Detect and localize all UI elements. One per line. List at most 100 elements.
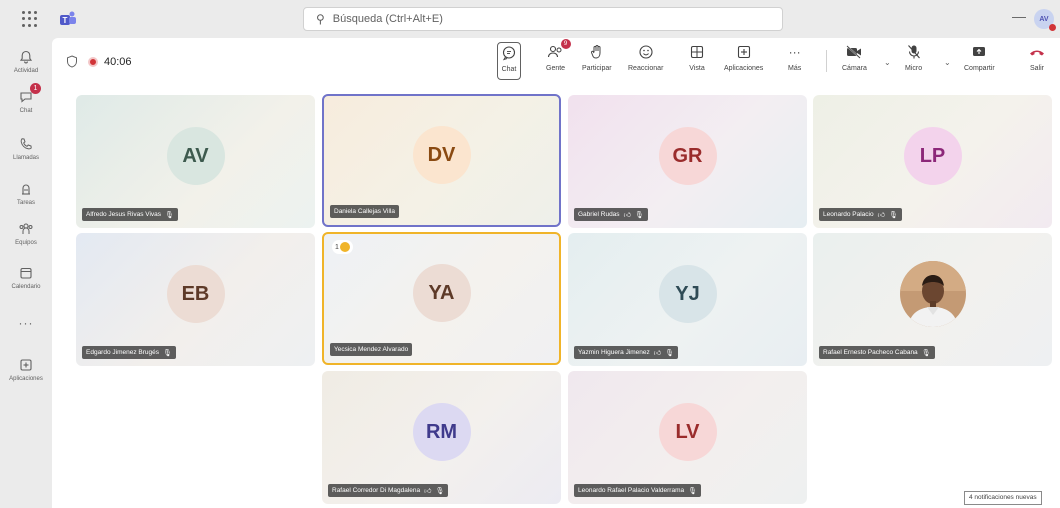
camera-options-chevron-icon[interactable]: ⌄ bbox=[884, 58, 891, 67]
more-apps-button[interactable]: ··· bbox=[0, 316, 52, 330]
raised-hand-indicator: 1 bbox=[332, 240, 353, 254]
rail-label: Aplicaciones bbox=[9, 376, 43, 382]
chat-label: Chat bbox=[501, 66, 517, 73]
people-count-badge: 9 bbox=[560, 39, 571, 49]
participant-name-tag: Edgardo Jimenez Brugés 🎙︎ bbox=[82, 346, 176, 359]
participant-tile[interactable]: LP Leonardo Palacio 👍︎ 🎙︎ bbox=[813, 95, 1052, 228]
participant-tile[interactable]: RM Rafael Corredor Di Magdalena 👍︎ 🎙︎ bbox=[322, 371, 561, 504]
raise-hand-icon bbox=[339, 242, 350, 252]
participant-name: Leonardo Palacio bbox=[823, 211, 874, 218]
participant-name: Gabriel Rudas bbox=[578, 211, 620, 218]
participant-tile[interactable]: AV Alfredo Jesus Rivas Vivas 🎙︎ bbox=[76, 95, 315, 228]
add-app-icon bbox=[736, 42, 752, 62]
mic-off-icon: 🎙︎ bbox=[665, 349, 674, 357]
avatar[interactable]: AV bbox=[1034, 9, 1056, 31]
avatar: YJ bbox=[658, 265, 717, 324]
rail-label: Equipos bbox=[15, 240, 37, 246]
more-label: Más bbox=[788, 65, 802, 72]
chat-button[interactable]: Chat bbox=[497, 42, 521, 80]
participant-name-tag: Rafael Corredor Di Magdalena 👍︎ 🎙︎ bbox=[328, 484, 449, 497]
participant-tile[interactable]: 1 YA Yecsica Mendez Alvarado bbox=[322, 232, 561, 365]
mic-off-icon: 🎙︎ bbox=[888, 211, 898, 219]
more-button[interactable]: ··· Más bbox=[788, 42, 801, 80]
camera-off-icon bbox=[845, 42, 863, 62]
mic-off-icon: 🎙︎ bbox=[921, 349, 931, 357]
raise-hand-icon bbox=[590, 42, 604, 62]
rail-label: Tareas bbox=[16, 200, 35, 206]
participant-tile[interactable]: EB Edgardo Jimenez Brugés 🎙︎ bbox=[76, 233, 315, 366]
toolbar-divider bbox=[826, 50, 827, 72]
people-icon: 9 bbox=[547, 39, 571, 62]
leave-label: Salir bbox=[1029, 65, 1044, 72]
participant-name: Alfredo Jesus Rivas Vivas bbox=[86, 211, 162, 218]
rail-item-activity[interactable]: Actividad bbox=[0, 48, 52, 74]
participant-name-tag: Daniela Callejas Villa bbox=[330, 205, 399, 218]
mic-off-icon: 🎙︎ bbox=[165, 211, 174, 219]
people-button[interactable]: 9 Gente bbox=[546, 39, 571, 80]
rail-label: Actividad bbox=[13, 68, 39, 74]
rail-item-calls[interactable]: Llamadas bbox=[0, 135, 52, 161]
participant-name-tag: Alfredo Jesus Rivas Vivas 🎙︎ bbox=[82, 208, 178, 221]
participant-tile[interactable]: GR Gabriel Rudas 👍︎ 🎙︎ bbox=[568, 95, 807, 228]
calendar-icon bbox=[19, 264, 33, 282]
camera-label: Cámara bbox=[842, 65, 867, 72]
rail-item-chat[interactable]: 1 Chat bbox=[0, 83, 52, 114]
leave-button[interactable]: Salir bbox=[1028, 42, 1046, 80]
notification-toast[interactable]: 4 notificaciones nuevas bbox=[964, 491, 1042, 505]
mic-off-icon: 🎙︎ bbox=[634, 211, 644, 219]
rail-item-tasks[interactable]: Tareas bbox=[0, 180, 52, 206]
emoji-icon bbox=[638, 42, 654, 62]
participant-tile[interactable]: DV Daniela Callejas Villa bbox=[322, 94, 561, 227]
avatar-initials: AV bbox=[1039, 15, 1049, 23]
participate-button[interactable]: Participar bbox=[582, 42, 612, 80]
chat-icon bbox=[501, 43, 517, 63]
participant-name: Rafael Ernesto Pacheco Cabana bbox=[823, 349, 918, 356]
rail-item-teams[interactable]: Equipos bbox=[0, 220, 52, 246]
participant-name: Rafael Corredor Di Magdalena bbox=[332, 487, 421, 494]
more-icon: ··· bbox=[18, 316, 34, 330]
teams-logo-icon: T bbox=[60, 11, 76, 25]
participant-name-tag: Yazmin Higuera Jimenez 👍︎ 🎙︎ bbox=[574, 346, 678, 359]
title-bar: T ⚲ Búsqueda (Ctrl+Alt+E) — AV bbox=[0, 0, 1060, 38]
mic-button[interactable]: Micro bbox=[905, 42, 922, 80]
react-button[interactable]: Reaccionar bbox=[628, 42, 663, 80]
rail-item-apps[interactable]: Aplicaciones bbox=[0, 356, 52, 382]
participate-label: Participar bbox=[582, 65, 612, 72]
search-icon: ⚲ bbox=[316, 12, 325, 26]
rail-item-calendar[interactable]: Calendario bbox=[0, 264, 52, 290]
teams-icon bbox=[18, 220, 34, 238]
presence-dot bbox=[1049, 24, 1056, 31]
participant-tile[interactable]: YJ Yazmin Higuera Jimenez 👍︎ 🎙︎ bbox=[568, 233, 807, 366]
apps-label: Aplicaciones bbox=[724, 65, 764, 72]
share-button[interactable]: Compartir bbox=[964, 42, 995, 80]
share-screen-icon bbox=[971, 42, 987, 62]
participant-tile[interactable]: Rafael Ernesto Pacheco Cabana 🎙︎ bbox=[813, 233, 1052, 366]
hand-icon: 👍︎ bbox=[424, 488, 432, 495]
search-input[interactable]: ⚲ Búsqueda (Ctrl+Alt+E) bbox=[303, 7, 783, 31]
minimize-button[interactable]: — bbox=[1012, 8, 1026, 24]
recording-indicator bbox=[88, 57, 98, 67]
apps-button[interactable]: Aplicaciones bbox=[724, 42, 763, 80]
meeting-stage: 40:06 Chat 9 Gente Participar Reaccionar bbox=[52, 38, 1060, 508]
participant-name: Yecsica Mendez Alvarado bbox=[334, 346, 409, 353]
participant-name-tag: Rafael Ernesto Pacheco Cabana 🎙︎ bbox=[819, 346, 935, 359]
participant-name: Yazmin Higuera Jimenez bbox=[578, 349, 650, 356]
participant-name: Edgardo Jimenez Brugés bbox=[86, 349, 159, 356]
avatar: DV bbox=[412, 126, 471, 185]
app-rail: Actividad 1 Chat Llamadas Tareas Equipos… bbox=[0, 38, 52, 508]
participant-name-tag: Yecsica Mendez Alvarado bbox=[330, 343, 413, 356]
camera-button[interactable]: Cámara bbox=[842, 42, 867, 80]
view-button[interactable]: Vista bbox=[689, 42, 705, 80]
mic-label: Micro bbox=[905, 65, 923, 72]
hang-up-icon bbox=[1028, 42, 1046, 62]
avatar: RM bbox=[412, 403, 471, 462]
rail-label: Chat bbox=[19, 108, 33, 114]
tasks-icon bbox=[19, 180, 33, 198]
avatar: GR bbox=[658, 127, 717, 186]
avatar: LV bbox=[658, 403, 717, 462]
mic-options-chevron-icon[interactable]: ⌄ bbox=[944, 58, 951, 67]
people-label: Gente bbox=[546, 65, 566, 72]
participant-tile[interactable]: LV Leonardo Rafael Palacio Valderrama 🎙︎ bbox=[568, 371, 807, 504]
app-launcher-icon[interactable] bbox=[22, 11, 38, 27]
shield-icon bbox=[67, 55, 77, 68]
